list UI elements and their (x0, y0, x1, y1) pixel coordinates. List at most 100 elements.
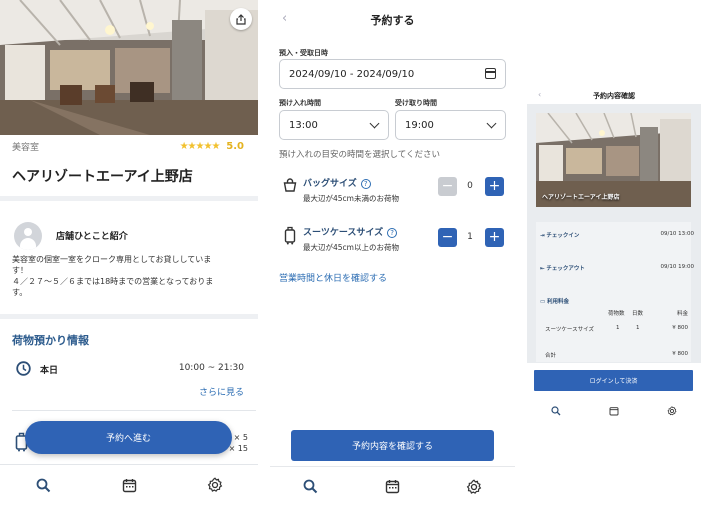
pickup-time-value: 19:00 (405, 119, 434, 131)
item-name: スーツケースサイズ (303, 228, 384, 238)
calendar-icon (609, 406, 619, 415)
col-count: 荷物数 (608, 311, 625, 317)
tab-settings[interactable] (462, 475, 486, 499)
pickup-time-select[interactable]: 19:00 (395, 110, 506, 140)
share-button[interactable] (230, 8, 252, 30)
bottom-tab-bar (527, 399, 701, 421)
tab-search[interactable] (31, 473, 55, 497)
checkin-icon: ⇥ (540, 233, 545, 239)
chevron-down-icon (369, 118, 380, 129)
intro-line: す！ (12, 266, 28, 275)
card-icon: ▭ (540, 299, 546, 305)
intro-title: 店舗ひとこと紹介 (56, 232, 128, 242)
checkout-icon: ⇤ (540, 266, 545, 272)
dropoff-time-select[interactable]: 13:00 (279, 110, 389, 140)
checkin-row: ⇥ チェックイン 09/10 13:00 (536, 231, 694, 239)
suitcase-decrement-button[interactable]: − (438, 228, 457, 247)
help-icon[interactable]: ? (387, 227, 398, 238)
bag-increment-button[interactable]: + (485, 177, 504, 196)
section-divider (0, 314, 258, 319)
search-icon (551, 405, 561, 415)
capacity-count: × 5 (233, 433, 248, 442)
row-fee: ¥ 800 (672, 325, 688, 331)
tab-reservations[interactable] (117, 473, 141, 497)
tab-settings[interactable] (667, 401, 677, 420)
booking-screen: ‹ 予約する 預入・受取日時 2024/09/10 - 2024/09/10 預… (270, 0, 515, 507)
item-name: バッグサイズ (303, 179, 357, 189)
row-days: 1 (636, 325, 640, 331)
tab-search[interactable] (299, 475, 323, 499)
calendar-icon (385, 480, 400, 494)
checkout-row: ⇤ チェックアウト 09/10 19:00 (536, 264, 694, 272)
business-hours-link[interactable]: 営業時間と休日を確認する (279, 271, 387, 284)
checkout-label: チェックアウト (546, 266, 585, 272)
intro-line: 美容室の個室一室をクローク専用としてお貸ししていま (12, 255, 212, 264)
checkin-label: チェックイン (546, 233, 580, 239)
login-and-pay-button[interactable]: ログインして決済 (534, 370, 693, 391)
salon-interior-photo (0, 0, 258, 135)
divider (12, 410, 256, 411)
row-item: スーツケースサイズ (545, 327, 594, 333)
suitcase-increment-button[interactable]: + (485, 228, 504, 247)
suitcase-size-desc: 最大辺が45cm以上のお荷物 (303, 243, 399, 252)
suitcase-quantity: 1 (467, 232, 473, 242)
page-title: 予約内容確認 (593, 92, 635, 100)
capacity-count: × 15 (228, 444, 248, 453)
bag-quantity: 0 (467, 181, 473, 191)
fee-header: ▭ 利用料金 (536, 297, 694, 305)
bottom-tab-bar (0, 465, 258, 505)
proceed-to-booking-button[interactable]: 予約へ進む (25, 421, 232, 454)
dropoff-time-value: 13:00 (289, 119, 318, 131)
fee-label: 利用料金 (546, 299, 569, 305)
intro-line: ４／２７〜５／６までは18時までの営業となっておりま (12, 277, 214, 286)
intro-line: す。 (12, 288, 28, 297)
gear-icon (466, 478, 482, 494)
suitcase-size-label: スーツケースサイズ? (303, 225, 398, 238)
tab-search[interactable] (551, 401, 561, 420)
clock-icon (16, 361, 31, 376)
intro-text: 美容室の個室一室をクローク専用としてお貸ししていま す！ ４／２７〜５／６までは… (12, 254, 248, 298)
section-divider (0, 196, 258, 201)
see-more-link[interactable]: さらに見る (199, 385, 244, 398)
col-days: 日数 (632, 311, 644, 317)
date-range-field[interactable]: 2024/09/10 - 2024/09/10 (279, 59, 506, 89)
gear-icon (667, 405, 677, 415)
calendar-icon (122, 478, 136, 492)
share-icon (236, 13, 246, 25)
suitcase-icon (284, 226, 296, 245)
rating-value: 5.0 (226, 141, 244, 152)
today-label: 本日 (40, 366, 59, 376)
category-rating-row: 美容室 ★★★★★ 5.0 (12, 140, 244, 153)
bag-size-desc: 最大辺が45cm未満のお荷物 (303, 194, 399, 203)
bottom-tab-bar (270, 466, 515, 506)
tab-settings[interactable] (203, 473, 227, 497)
confirm-screen: ‹ 予約内容確認 ヘアリゾートエーアイ上野店 ⇥ チェックイン 09/10 13… (527, 0, 701, 507)
tab-reservations[interactable] (609, 401, 619, 420)
search-icon (303, 479, 318, 494)
today-hours: 10:00 ~ 21:30 (178, 363, 244, 373)
date-range-value: 2024/09/10 - 2024/09/10 (289, 68, 415, 80)
confirm-booking-button[interactable]: 予約内容を確認する (291, 430, 494, 461)
luggage-info-title: 荷物預かり情報 (12, 334, 89, 347)
search-icon (36, 478, 50, 492)
date-label: 預入・受取日時 (279, 49, 328, 57)
app-root: 美容室 ★★★★★ 5.0 ヘアリゾートエーアイ上野店 店舗ひとこと紹介 美容室… (0, 0, 701, 507)
total-label: 合計 (545, 353, 557, 359)
tab-reservations[interactable] (380, 475, 404, 499)
bag-decrement-button[interactable]: − (438, 177, 457, 196)
pickup-time-label: 受け取り時間 (395, 99, 437, 107)
chevron-down-icon (486, 118, 497, 129)
bag-icon (283, 178, 297, 192)
star-rating-icon: ★★★★★ (179, 141, 221, 152)
shop-detail-screen: 美容室 ★★★★★ 5.0 ヘアリゾートエーアイ上野店 店舗ひとこと紹介 美容室… (0, 0, 262, 507)
page-title: 予約する (370, 14, 415, 27)
avatar (14, 222, 42, 250)
shop-name: ヘアリゾートエーアイ上野店 (542, 194, 620, 201)
checkout-value: 09/10 19:00 (660, 264, 694, 270)
bag-size-label: バッグサイズ? (303, 176, 371, 189)
gear-icon (207, 477, 223, 492)
shop-card: ヘアリゾートエーアイ上野店 (536, 113, 691, 207)
help-icon[interactable]: ? (360, 178, 371, 189)
dropoff-time-label: 預け入れ時間 (279, 99, 321, 107)
shop-category: 美容室 (12, 143, 40, 153)
